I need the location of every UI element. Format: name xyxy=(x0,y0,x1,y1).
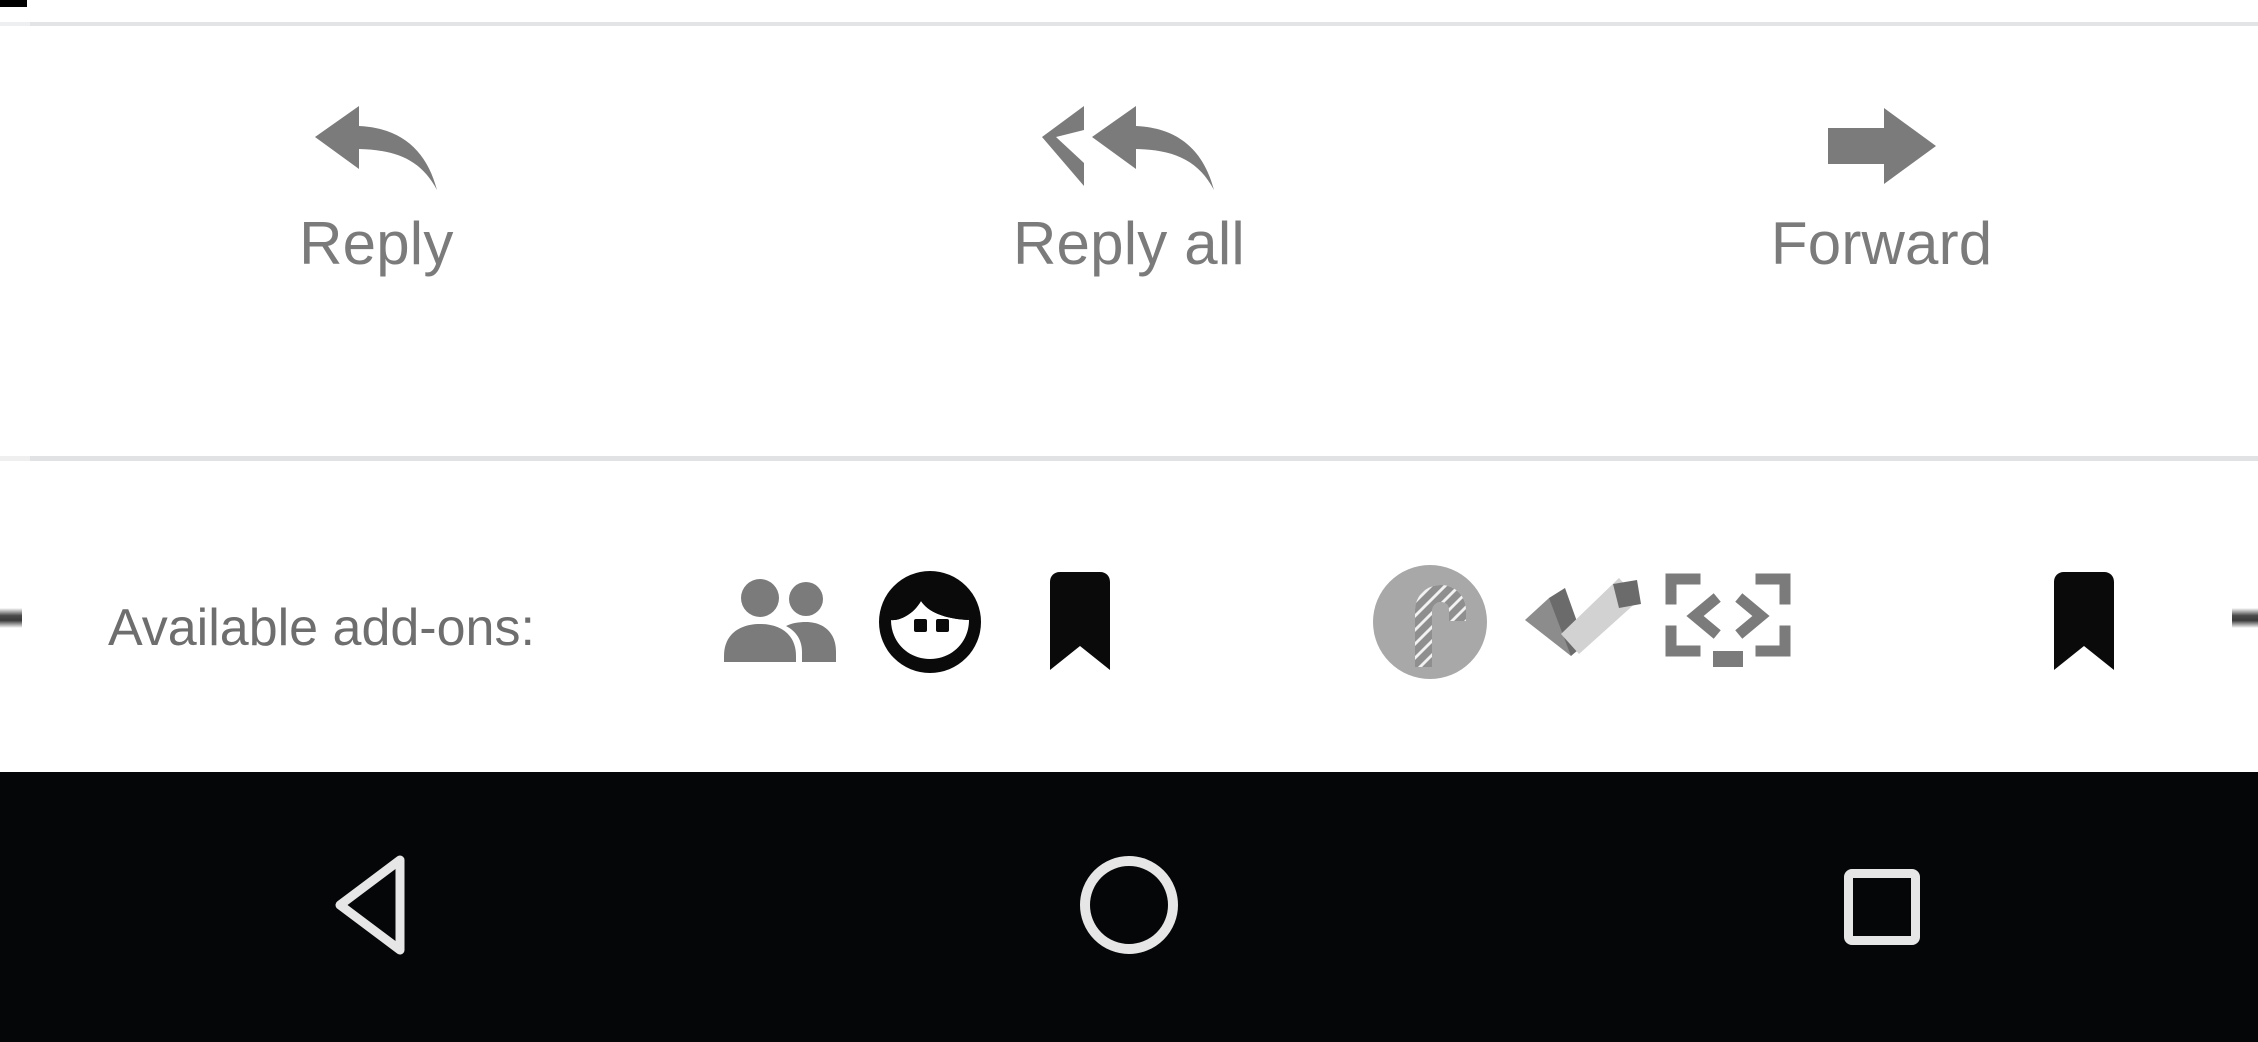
android-navigation-bar xyxy=(0,772,2258,1042)
addon-bookmark-button-2[interactable] xyxy=(2020,560,2148,688)
addon-code-monitor-button[interactable] xyxy=(1664,560,1792,688)
forward-button[interactable]: Forward xyxy=(1505,26,2258,274)
addon-people-group-button[interactable] xyxy=(716,560,844,688)
reply-all-button[interactable]: Reply all xyxy=(753,26,1506,274)
candy-cane-circle-icon xyxy=(1371,563,1489,686)
reply-label: Reply xyxy=(299,210,454,277)
recents-square-icon xyxy=(1843,869,1920,945)
addon-tasks-check-button[interactable] xyxy=(1518,560,1646,688)
bookmark-icon xyxy=(1042,570,1118,679)
face-avatar-icon xyxy=(873,565,987,684)
reply-button[interactable]: Reply xyxy=(0,26,753,274)
forward-label: Forward xyxy=(1770,210,1993,277)
addon-candy-cane-button[interactable] xyxy=(1366,560,1494,688)
home-circle-icon xyxy=(1075,851,1183,964)
nav-back-button[interactable] xyxy=(0,852,753,963)
nav-recents-button[interactable] xyxy=(1505,869,2258,945)
checkmark-icon xyxy=(1519,572,1645,677)
addon-face-avatar-button[interactable] xyxy=(866,560,994,688)
message-action-bar: Reply Reply all Forward xyxy=(0,26,2258,458)
bookmark-icon xyxy=(2046,570,2122,679)
addon-bookmark-button-1[interactable] xyxy=(1016,560,1144,688)
top-scroll-nub xyxy=(0,0,27,7)
available-addons-strip: Available add-ons: xyxy=(0,461,2258,772)
available-addons-label: Available add-ons: xyxy=(108,599,535,657)
nav-home-button[interactable] xyxy=(753,851,1506,964)
code-monitor-icon xyxy=(1661,569,1795,680)
addons-right-clipped-icon[interactable] xyxy=(2232,608,2258,628)
reply-all-label: Reply all xyxy=(1013,210,1245,277)
reply-all-arrow-icon xyxy=(1040,100,1218,192)
people-group-icon xyxy=(720,574,840,675)
reply-arrow-icon xyxy=(311,100,441,192)
forward-arrow-icon xyxy=(1822,100,1942,192)
addons-left-clipped-icon[interactable] xyxy=(0,608,22,628)
back-triangle-icon xyxy=(326,852,426,963)
